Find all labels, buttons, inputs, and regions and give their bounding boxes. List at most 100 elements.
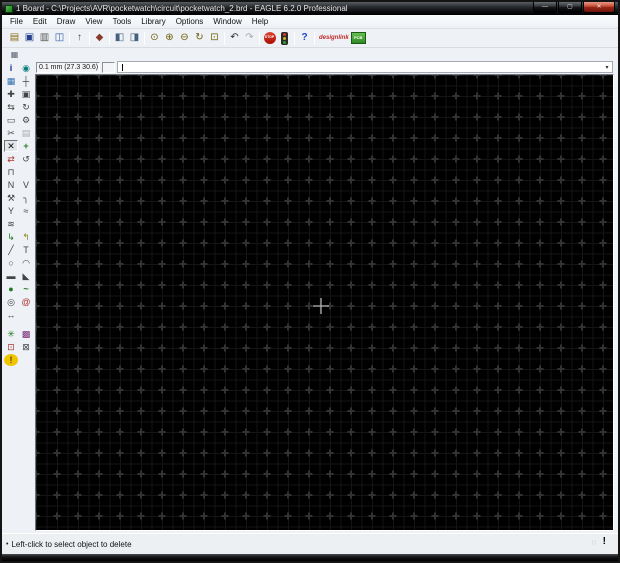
menu-help[interactable]: Help [247,16,273,27]
via-tool-button[interactable]: ● [4,283,18,295]
ratsnest-tool-button[interactable]: ✳ [4,328,18,340]
coordinate-display: 0.1 mm (27.3 30.6) [36,61,100,73]
autorouter-tool-button[interactable]: ▩ [19,328,33,340]
status-alert-icon[interactable]: ! [603,536,606,547]
attribute-tool-button[interactable]: @ [19,296,33,308]
open-button[interactable]: ▤ [7,31,22,46]
mark-tool-button[interactable]: ┼ [19,75,33,87]
window-title: 1 Board - C:\Projects\AVR\pocketwatch\ci… [16,4,348,13]
zoom-fit-button[interactable]: ⊙ [147,31,162,46]
text-cursor [122,64,123,71]
zoom-out-button[interactable]: ⊖ [177,31,192,46]
palette-row: ⇆ ↻ [4,101,35,113]
text-tool-button[interactable]: T [19,244,33,256]
palette-empty-cell [19,218,33,230]
menu-edit[interactable]: Edit [28,16,52,27]
dimension-tool-button[interactable]: ↔ [4,309,18,321]
menu-options[interactable]: Options [171,16,209,27]
polygon-tool-button[interactable]: ◣ [19,270,33,282]
route-tool-button[interactable]: ↳ [4,231,18,243]
minimize-button[interactable]: — [533,2,557,13]
pcb-quote-button[interactable]: PCB [350,31,366,46]
miter-tool-button[interactable]: ╮ [19,192,33,204]
errors-tool-button[interactable]: ⊠ [19,341,33,353]
paste-tool-button[interactable]: ▤ [19,127,33,139]
wire-tool-button[interactable]: ╱ [4,244,18,256]
maximize-button[interactable]: ▢ [558,2,582,13]
palette-row: ● ~ [4,283,35,295]
ulp-button[interactable]: ↑ [72,31,87,46]
name-tool-button[interactable]: N [4,179,18,191]
close-button[interactable]: ✕ [583,2,615,13]
hole-tool-button[interactable]: ◎ [4,296,18,308]
zoom-fit-icon: ⊙ [150,32,159,43]
switch-to-schematic-icon: ◧ [114,32,125,43]
menu-file[interactable]: File [5,16,28,27]
command-history-dropdown-icon[interactable]: ▾ [602,64,612,71]
design-link-button[interactable]: designlink [317,35,351,41]
coordinate-command-bar: 0.1 mm (27.3 30.6) ▾ [36,60,613,74]
menu-bar: File Edit Draw View Tools Library Options Windo… [2,15,618,29]
rect-tool-button[interactable]: ▬ [4,270,18,282]
move-tool-button[interactable]: ✚ [4,88,18,100]
info-tool-button[interactable]: i [4,62,18,74]
rotate-tool-button[interactable]: ↻ [19,101,33,113]
arc-tool-button[interactable]: ◠ [19,257,33,269]
replace-tool-button[interactable]: ↺ [19,153,33,165]
switch-to-schematic-button[interactable]: ◧ [112,31,127,46]
lock-tool-button[interactable]: ⊓ [4,166,18,178]
undo-button[interactable]: ↶ [227,31,242,46]
window-bottom-frame [2,554,618,561]
toolbar-separator [259,31,260,45]
display-layers-tool-button[interactable]: ▦ [4,75,18,87]
copy-tool-button[interactable]: ▣ [19,88,33,100]
switch-to-board-icon: ◨ [129,32,140,43]
mirror-tool-button[interactable]: ⇆ [4,101,18,113]
drc-tool-button[interactable]: ⊡ [4,341,18,353]
pinswap-tool-button[interactable]: ⇄ [4,153,18,165]
redo-button[interactable]: ↷ [242,31,257,46]
signal-tool-button[interactable]: ~ [19,283,33,295]
group-tool-button[interactable]: ▭ [4,114,18,126]
go-traffic-light-icon [281,31,288,45]
value-tool-button[interactable]: V [19,179,33,191]
undo-icon: ↶ [230,32,239,43]
change-tool-button[interactable]: ⚙ [19,114,33,126]
cut-tool-button[interactable]: ✂ [4,127,18,139]
menu-view[interactable]: View [80,16,107,27]
zoom-out-icon: ⊖ [180,32,189,43]
menu-library[interactable]: Library [136,16,170,27]
print-button[interactable]: ▥ [37,31,52,46]
meander-tool-button[interactable]: ≋ [4,218,18,230]
menu-draw[interactable]: Draw [52,16,81,27]
palette-row: ⊡ ⊠ [4,341,35,353]
zoom-in-button[interactable]: ⊕ [162,31,177,46]
grid-settings-button[interactable]: ▦ [8,49,21,60]
board-canvas[interactable] [36,75,613,530]
cam-processor-button[interactable]: ◫ [52,31,67,46]
circle-tool-button[interactable]: ○ [4,257,18,269]
zoom-select-button[interactable]: ⊡ [207,31,222,46]
run-script-button[interactable]: ◆ [92,31,107,46]
go-traffic-light-button[interactable] [277,31,292,46]
menu-window[interactable]: Window [208,16,246,27]
print-icon: ▥ [39,32,50,43]
command-line-input[interactable] [118,62,602,72]
save-button[interactable]: ▣ [22,31,37,46]
stop-button[interactable]: STOP [262,31,277,46]
add-tool-button[interactable]: + [19,140,33,152]
ripup-tool-button[interactable]: ↰ [19,231,33,243]
status-bullet-icon: • [6,540,9,548]
switch-to-board-button[interactable]: ◨ [127,31,142,46]
show-tool-button[interactable]: ◉ [19,62,33,74]
smash-tool-button[interactable]: ⚒ [4,192,18,204]
help-button[interactable]: ? [297,31,312,46]
split-tool-button[interactable]: Y [4,205,18,217]
delete-tool-button[interactable]: ✕ [4,140,18,152]
palette-row: ✳ ▩ [4,328,35,340]
optimize-tool-button[interactable]: ≈ [19,205,33,217]
menu-tools[interactable]: Tools [108,16,137,27]
warnings-tool-button[interactable]: ! [4,354,18,366]
title-bar[interactable]: 1 Board - C:\Projects\AVR\pocketwatch\ci… [2,2,618,15]
zoom-redraw-button[interactable]: ↻ [192,31,207,46]
